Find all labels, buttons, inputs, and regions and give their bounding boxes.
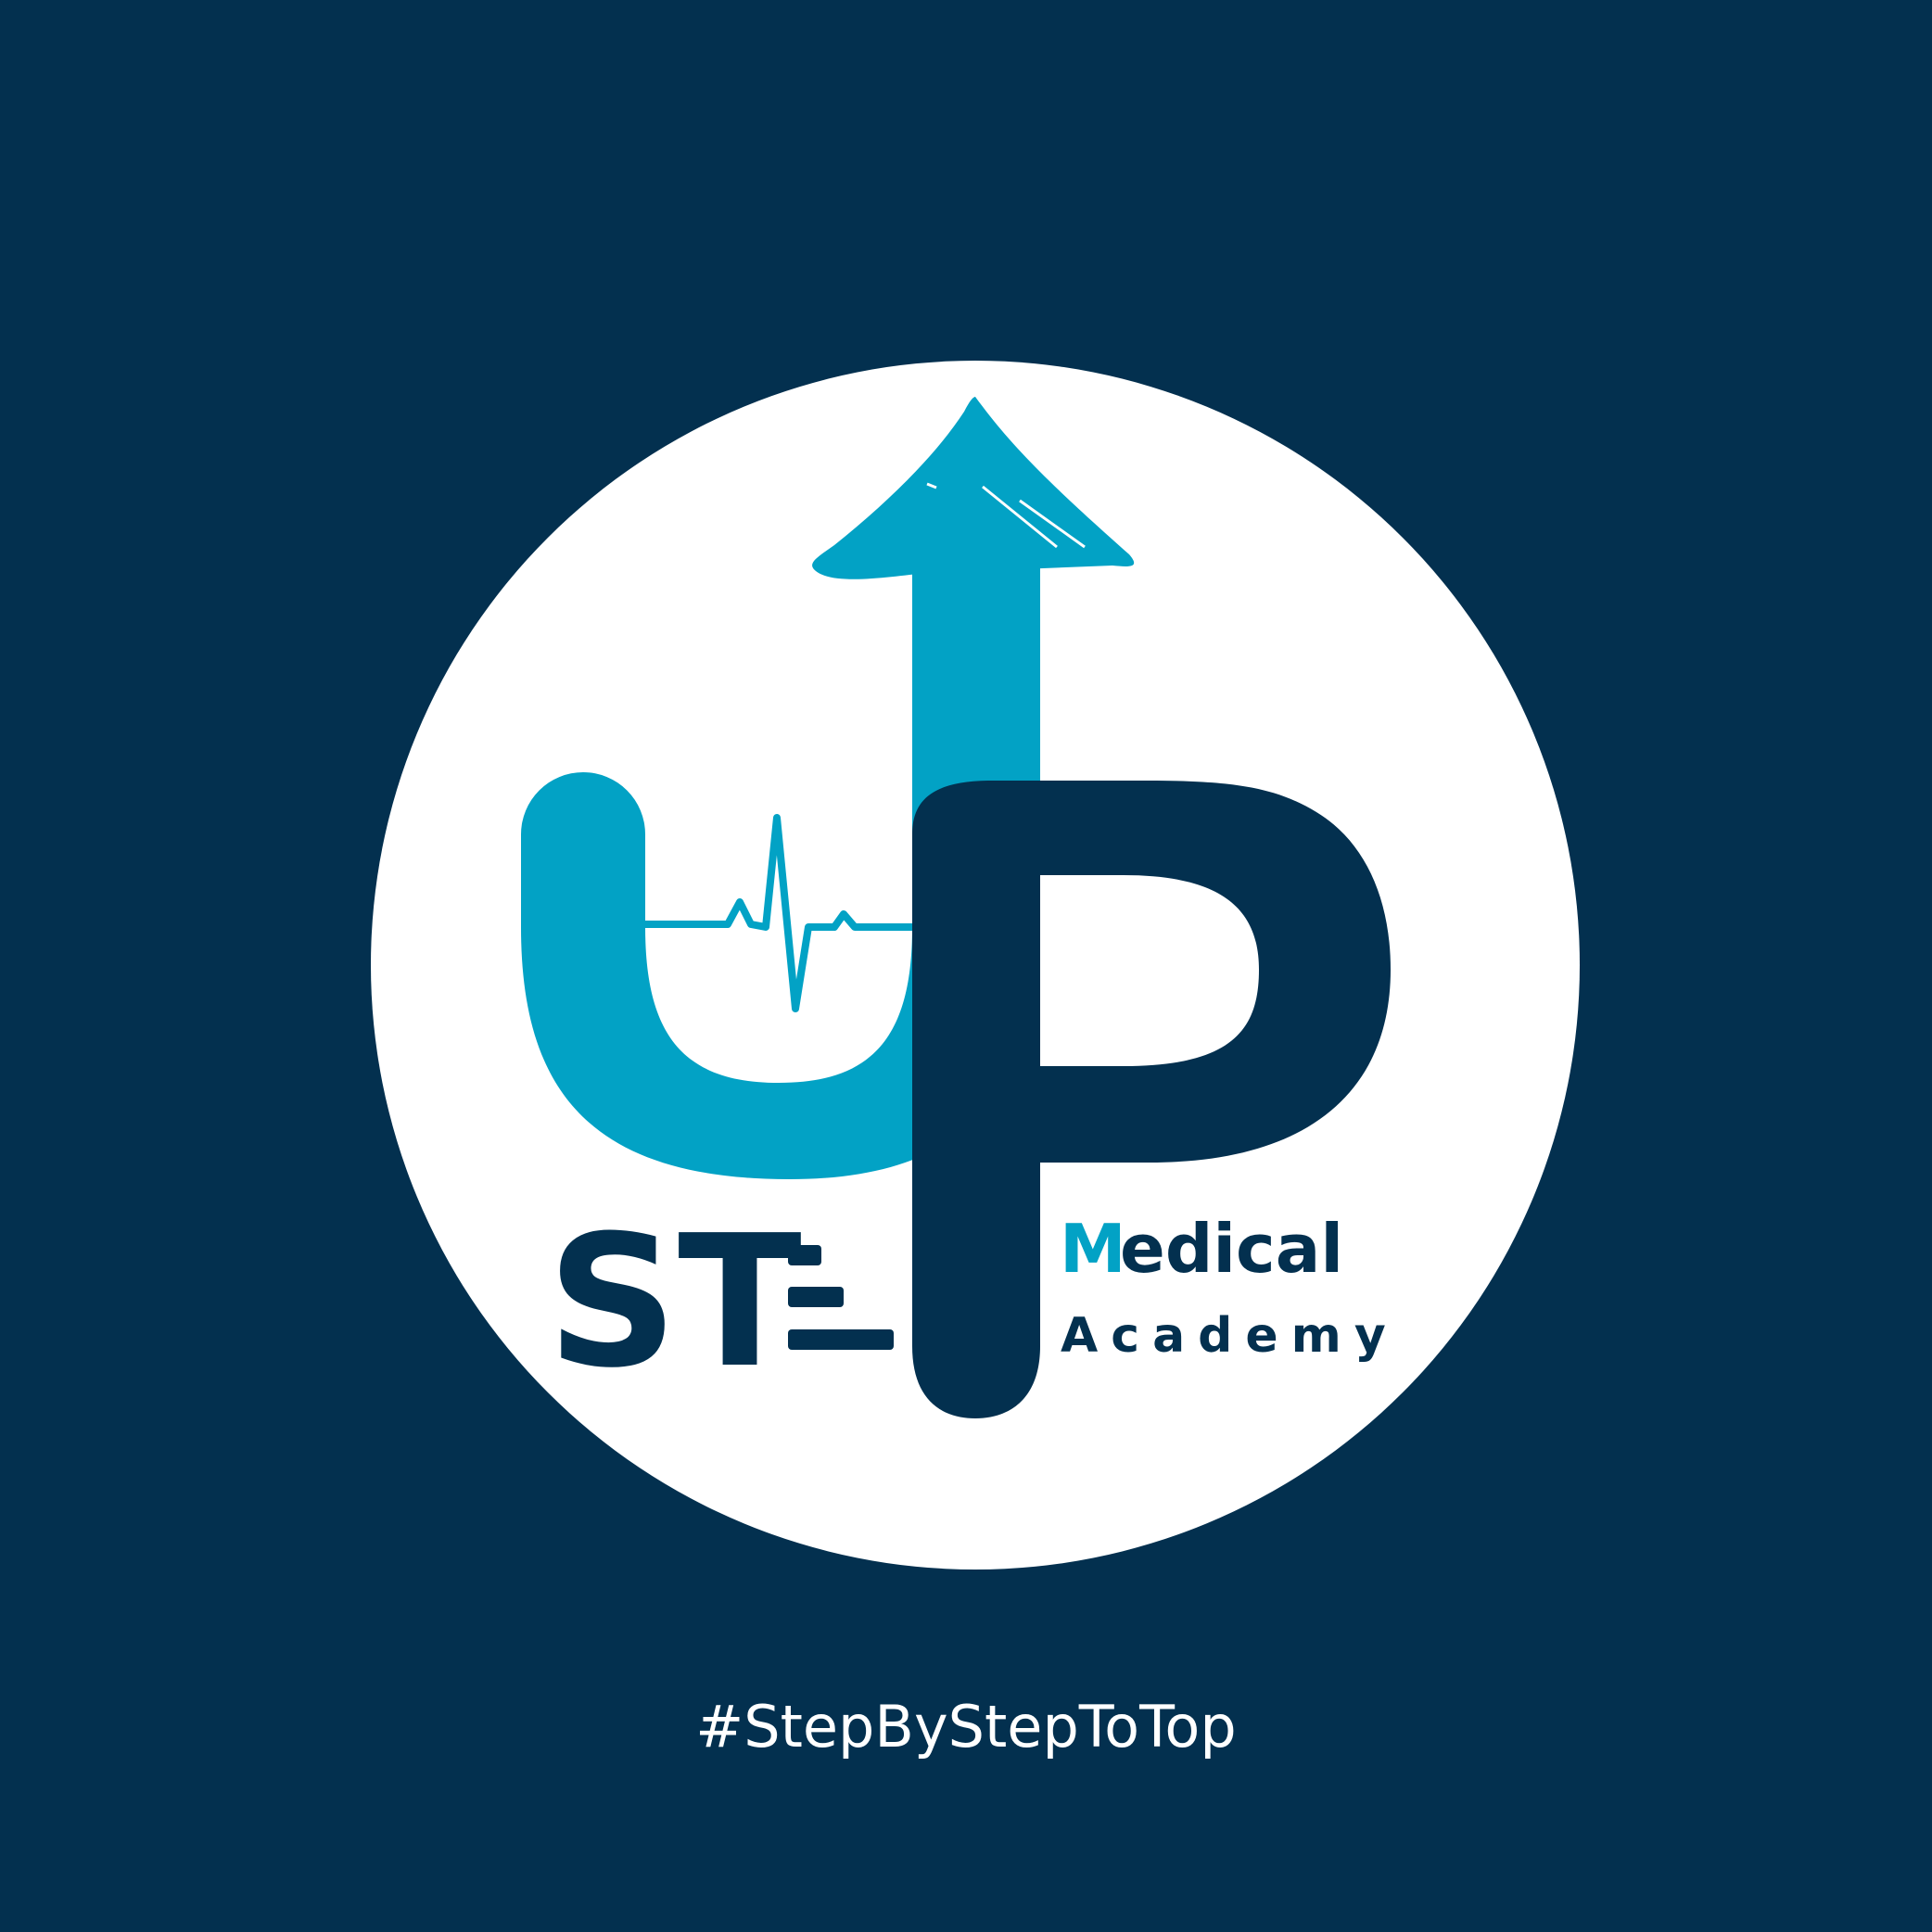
medical-rest-text: edical <box>1120 1210 1343 1288</box>
medical-m-text: M <box>1060 1210 1126 1288</box>
logo-st-text: ST <box>547 1197 802 1408</box>
academy-text: Academy <box>1061 1308 1399 1364</box>
logo-canvas: ST M edical Academy <box>371 361 1580 1570</box>
hashtag-text: #StepByStepToTop <box>695 1693 1237 1760</box>
